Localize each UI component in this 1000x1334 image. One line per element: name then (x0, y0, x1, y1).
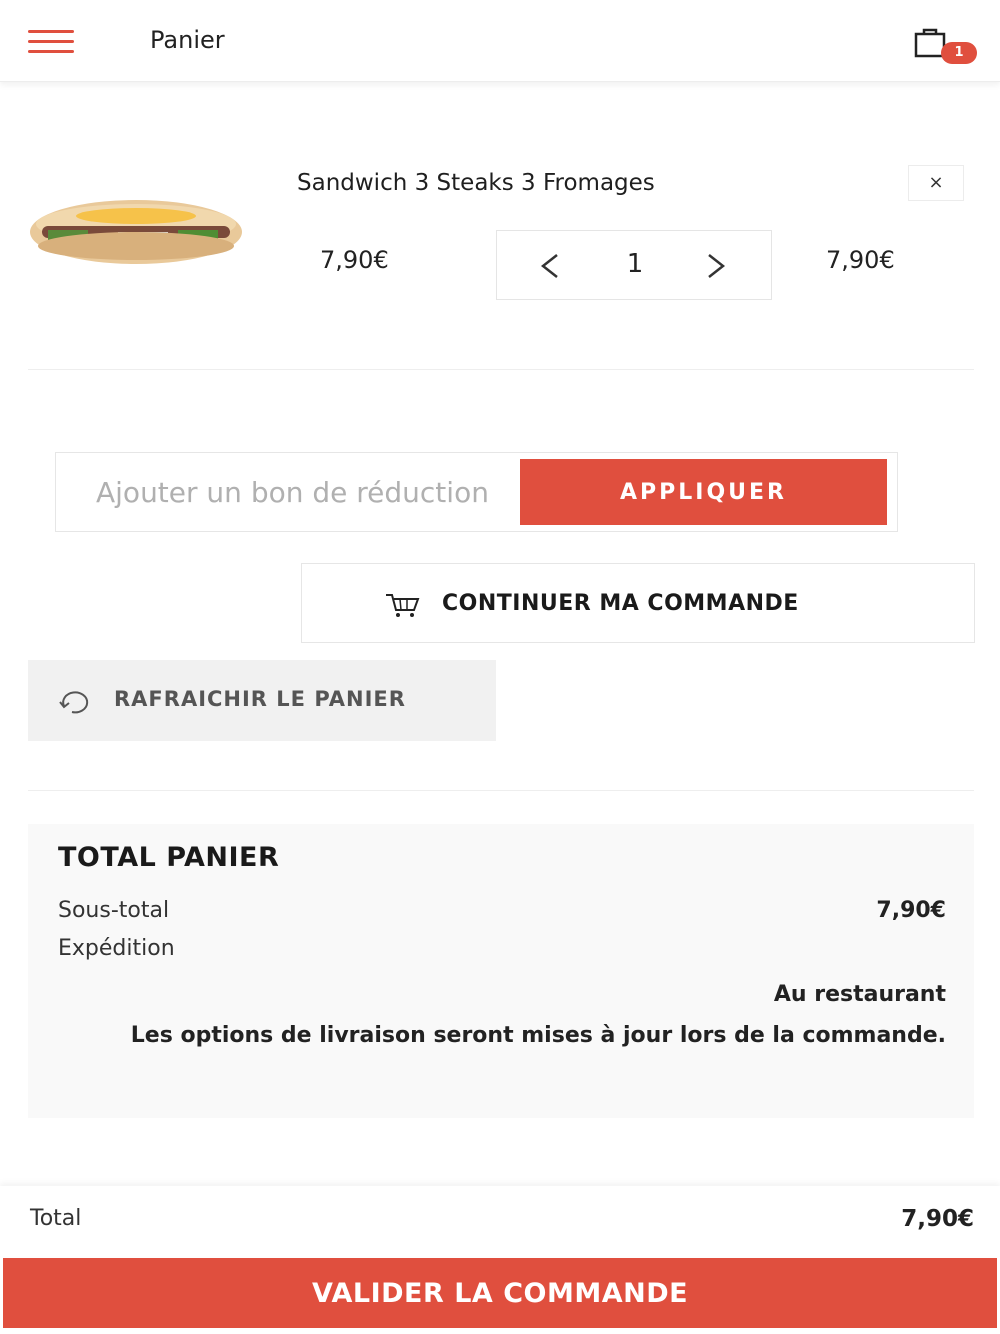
cart-count-badge: 1 (941, 42, 977, 64)
coupon-input[interactable] (56, 453, 520, 531)
continue-shopping-button[interactable]: CONTINUER MA COMMANDE (301, 563, 975, 643)
refresh-icon (59, 691, 89, 714)
product-name[interactable]: Sandwich 3 Steaks 3 Fromages (297, 170, 655, 196)
validate-order-button[interactable]: VALIDER LA COMMANDE (3, 1258, 997, 1328)
shipping-method: Au restaurant (773, 982, 946, 1007)
total-label: Total (30, 1206, 82, 1231)
line-total: 7,90€ (826, 246, 895, 274)
quantity-stepper: 1 (496, 230, 772, 300)
cart-totals-title: TOTAL PANIER (58, 842, 280, 873)
cart-icon (386, 594, 420, 617)
chevron-right-icon[interactable] (701, 249, 731, 283)
quantity-value[interactable]: 1 (497, 249, 773, 279)
continue-shopping-label: CONTINUER MA COMMANDE (442, 591, 799, 616)
coupon-form: APPLIQUER (55, 452, 898, 532)
subtotal-label: Sous-total (58, 898, 170, 923)
hamburger-icon[interactable] (28, 30, 74, 54)
apply-coupon-button[interactable]: APPLIQUER (520, 459, 887, 525)
sandwich-image (30, 200, 242, 264)
shipping-note: Les options de livraison seront mises à … (130, 1023, 946, 1048)
refresh-cart-label: RAFRAICHIR LE PANIER (114, 687, 406, 711)
refresh-cart-button[interactable]: RAFRAICHIR LE PANIER (28, 660, 496, 741)
unit-price: 7,90€ (320, 246, 389, 274)
divider (28, 369, 974, 370)
divider (28, 790, 974, 791)
total-value: 7,90€ (901, 1206, 974, 1232)
subtotal-value: 7,90€ (876, 898, 946, 923)
order-total-bar: Total 7,90€ (0, 1186, 1000, 1256)
page-title: Panier (150, 26, 225, 54)
remove-item-button[interactable]: × (908, 165, 964, 201)
shipping-label: Expédition (58, 936, 175, 961)
cart-totals-panel: TOTAL PANIER Sous-total 7,90€ Expédition… (28, 824, 974, 1118)
top-bar: Panier 1 (0, 0, 1000, 82)
